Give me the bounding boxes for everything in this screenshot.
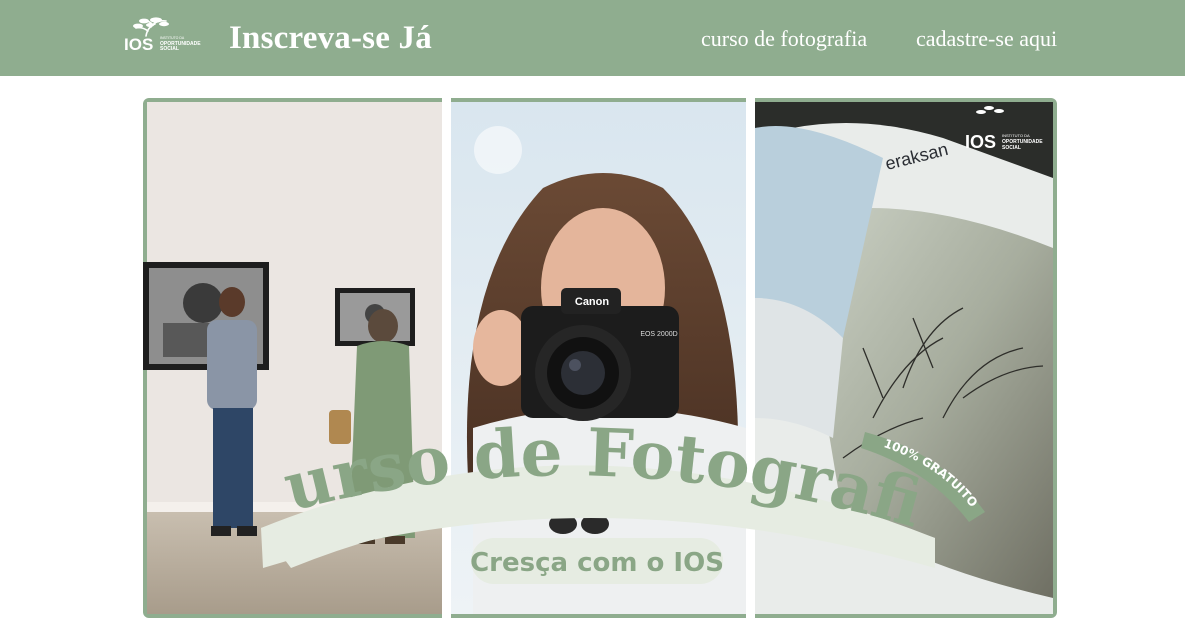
nav-link-photography-course[interactable]: curso de fotografia: [701, 24, 867, 54]
course-banner: Canon EOS 2000D eraksan IOS INSTITUTO DA…: [143, 98, 1057, 618]
watermark-letters: IOS: [965, 132, 996, 152]
watermark-line-3: SOCIAL: [1002, 145, 1021, 151]
course-subtitle: Cresça com o IOS: [470, 548, 724, 578]
main-nav: curso de fotografia cadastre-se aqui: [0, 24, 1185, 54]
banner-artwork: Canon EOS 2000D eraksan IOS INSTITUTO DA…: [143, 98, 1053, 618]
watermark-line-1: INSTITUTO DA: [1002, 133, 1030, 138]
nav-link-signup[interactable]: cadastre-se aqui: [916, 24, 1057, 54]
top-navigation-bar: IOS INSTITUTO DA OPORTUNIDADE SOCIAL Ins…: [0, 0, 1185, 76]
camera-model: EOS 2000D: [640, 331, 677, 338]
photographer-photo-panel: Canon EOS 2000D: [451, 102, 746, 614]
camera-brand: Canon: [575, 296, 610, 308]
